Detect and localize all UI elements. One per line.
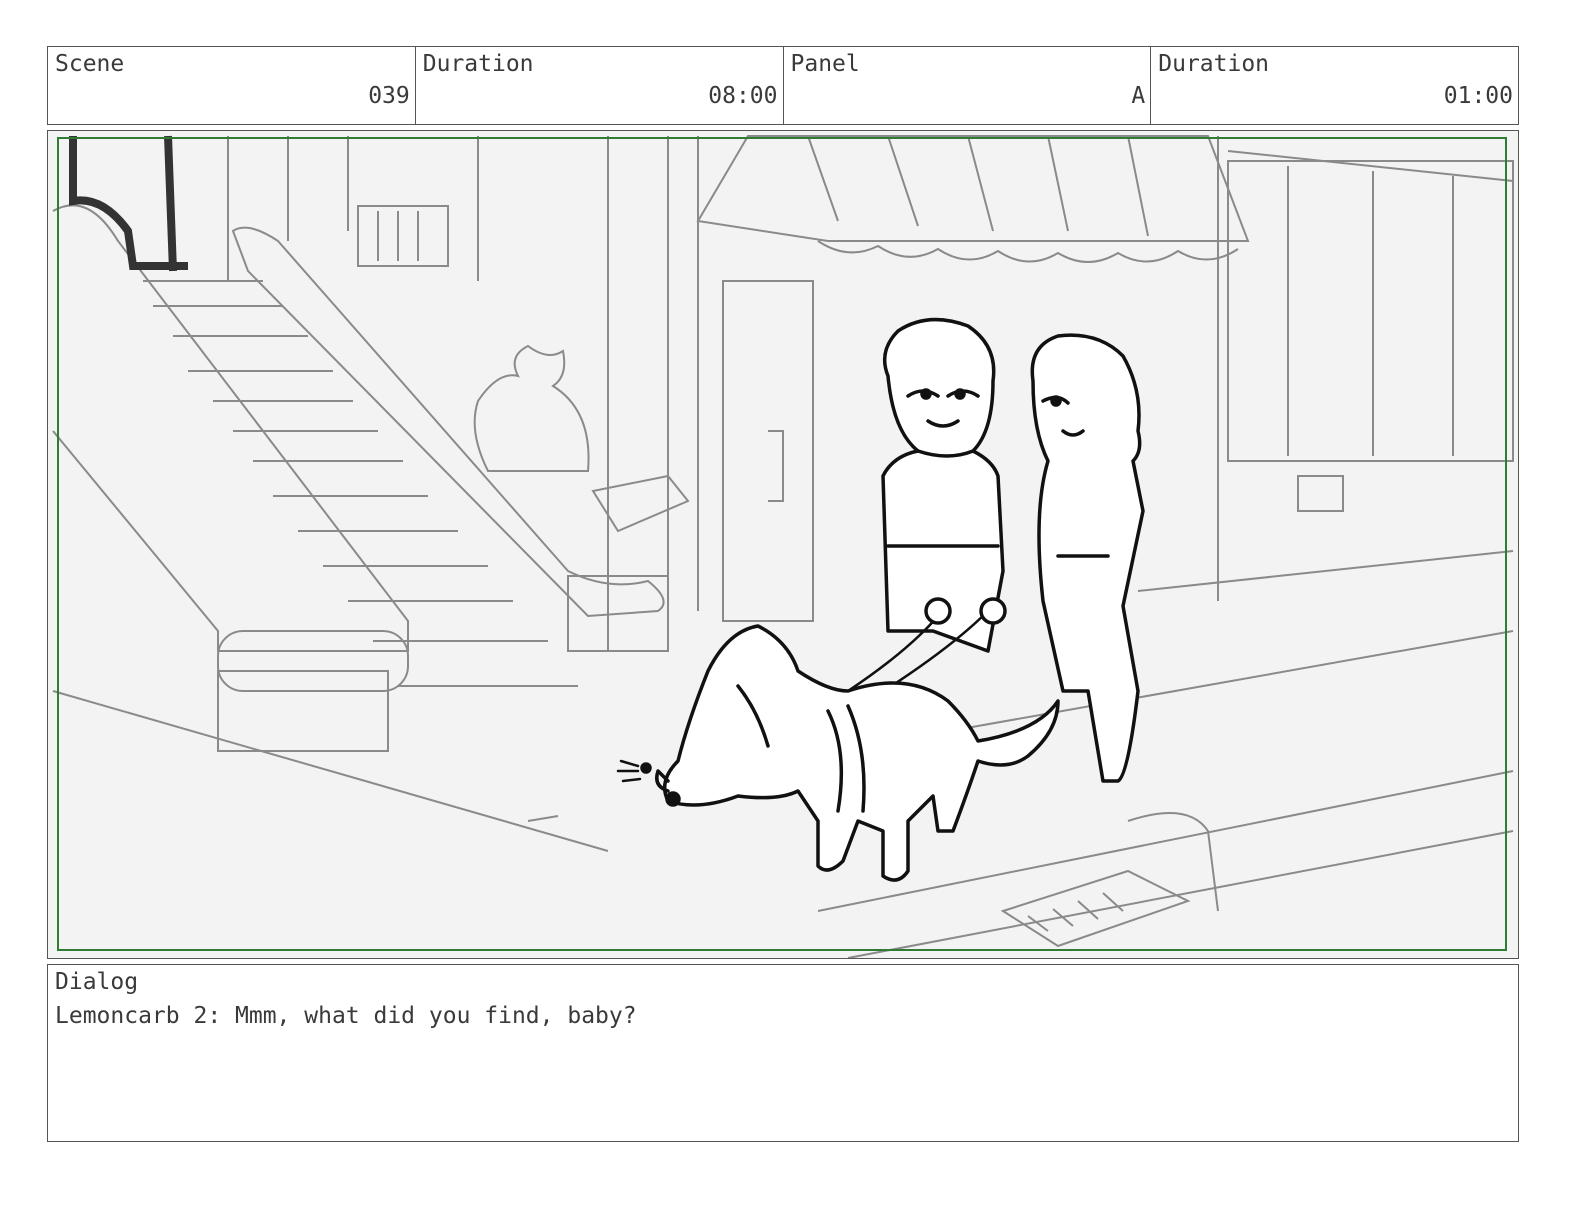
panel-cell: Panel A — [784, 47, 1152, 124]
dark-railing — [69, 135, 188, 272]
dialog-box: Dialog Lemoncarb 2: Mmm, what did you fi… — [47, 964, 1519, 1142]
scene-cell: Scene 039 — [48, 47, 416, 124]
panel-value: A — [1131, 83, 1146, 109]
scene-duration-value: 08:00 — [708, 83, 778, 109]
panel-duration-cell: Duration 01:00 — [1151, 47, 1518, 124]
scene-duration-cell: Duration 08:00 — [416, 47, 784, 124]
scene-duration-label: Duration — [422, 51, 534, 77]
panel-duration-label: Duration — [1158, 51, 1270, 77]
storyboard-header: Scene 039 Duration 08:00 Panel A Duratio… — [47, 46, 1519, 125]
scene-value: 039 — [368, 83, 410, 109]
panel-duration-value: 01:00 — [1443, 83, 1513, 109]
storyboard-panel-frame — [47, 130, 1519, 959]
dialog-text: Lemoncarb 2: Mmm, what did you find, bab… — [55, 1003, 637, 1029]
background-street-scene — [52, 135, 1514, 958]
characters — [616, 317, 1145, 882]
dialog-label: Dialog — [55, 969, 139, 995]
scene-label: Scene — [55, 51, 125, 77]
panel-drawing — [52, 135, 1514, 958]
panel-label: Panel — [790, 51, 860, 77]
